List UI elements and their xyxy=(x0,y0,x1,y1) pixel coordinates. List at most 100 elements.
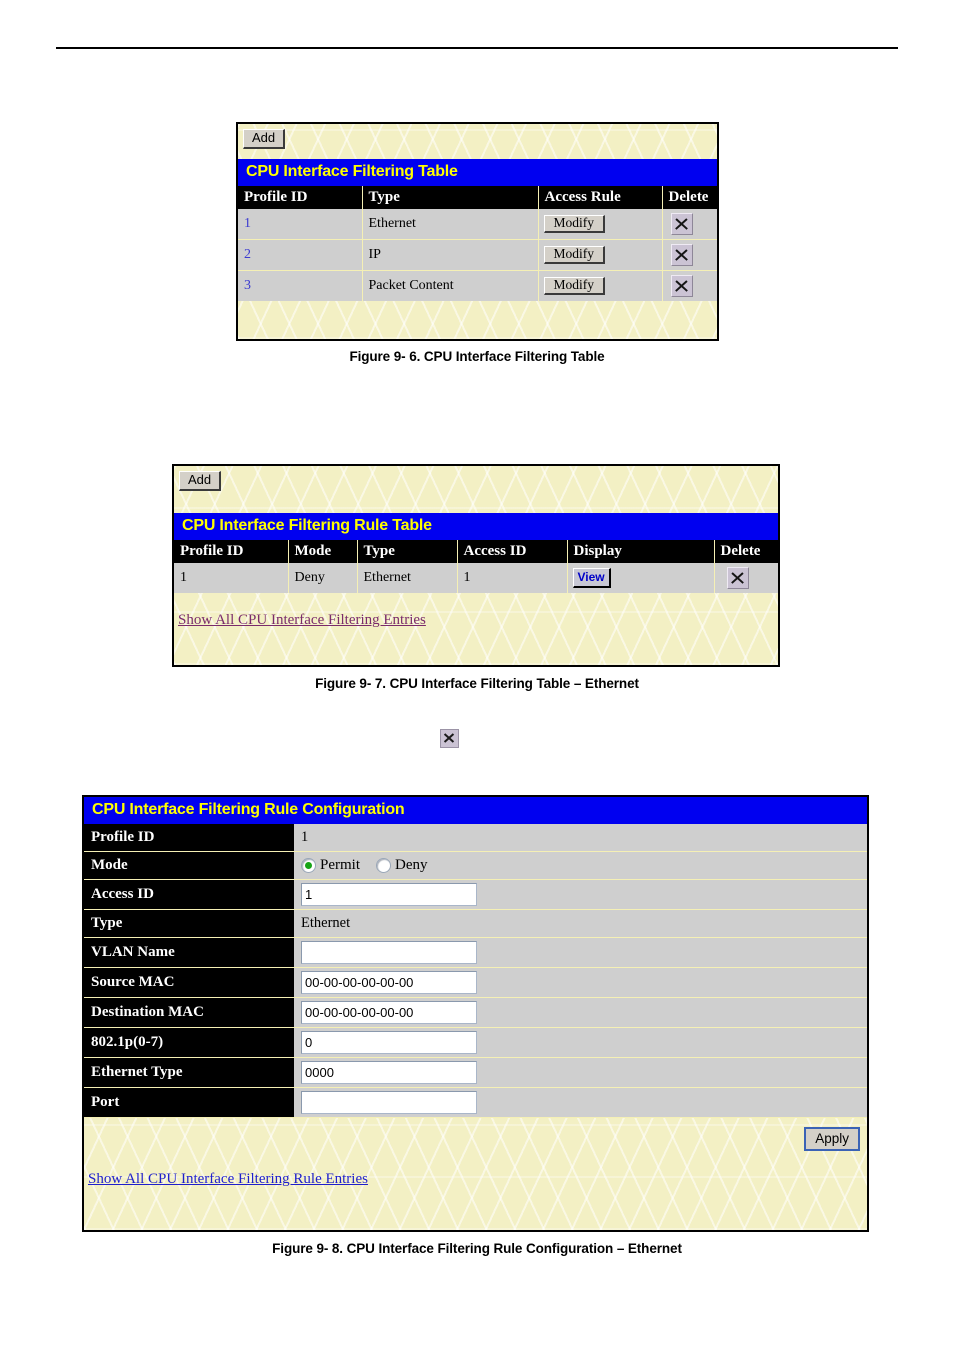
cpu-interface-filtering-rule-configuration-form: Profile ID 1 Mode Permit Deny Access ID 1… xyxy=(84,824,867,1118)
source-mac-input[interactable]: 00-00-00-00-00-00 xyxy=(301,971,477,994)
cpu-interface-filtering-table: Profile ID Type Access Rule Delete 1 Eth… xyxy=(238,186,717,301)
delete-x-icon[interactable] xyxy=(670,244,693,266)
form-row-profile-id: Profile ID 1 xyxy=(84,824,867,852)
show-all-cpu-interface-filtering-entries-link[interactable]: Show All CPU Interface Filtering Entries xyxy=(178,612,426,628)
column-header-type: Type xyxy=(362,186,539,209)
page-header-divider xyxy=(56,47,898,49)
radio-deny[interactable] xyxy=(376,858,391,874)
add-button[interactable]: Add xyxy=(179,471,222,491)
column-header-mode: Mode xyxy=(288,540,358,563)
add-button[interactable]: Add xyxy=(243,129,286,149)
field-value-profile-id: 1 xyxy=(294,824,867,852)
table-row: 2 IP Modify xyxy=(238,239,717,271)
delete-x-icon[interactable] xyxy=(670,275,693,297)
column-header-delete: Delete xyxy=(714,540,778,563)
field-value-vlan-name xyxy=(294,937,867,968)
modify-button[interactable]: Modify xyxy=(543,277,605,295)
port-input[interactable] xyxy=(301,1091,477,1114)
radio-permit[interactable] xyxy=(301,858,316,874)
field-label-mode: Mode xyxy=(84,851,294,880)
cell-display: View xyxy=(567,563,715,593)
cell-delete xyxy=(662,209,717,240)
form-row-source-mac: Source MAC 00-00-00-00-00-00 xyxy=(84,967,867,998)
cell-type: IP xyxy=(362,239,539,271)
cell-type: Packet Content xyxy=(362,270,539,301)
cell-mode: Deny xyxy=(288,563,358,593)
view-button[interactable]: View xyxy=(572,568,611,588)
destination-mac-input[interactable]: 00-00-00-00-00-00 xyxy=(301,1001,477,1024)
field-label-vlan-name: VLAN Name xyxy=(84,937,294,968)
field-value-access-id: 1 xyxy=(294,879,867,910)
delete-x-icon[interactable] xyxy=(726,567,749,589)
field-value-destination-mac: 00-00-00-00-00-00 xyxy=(294,997,867,1028)
field-label-ethernet-type: Ethernet Type xyxy=(84,1057,294,1088)
table-row: 1 Deny Ethernet 1 View xyxy=(174,563,778,593)
column-header-delete: Delete xyxy=(662,186,717,209)
figure-caption-9-7: Figure 9- 7. CPU Interface Filtering Tab… xyxy=(315,676,639,691)
field-value-source-mac: 00-00-00-00-00-00 xyxy=(294,967,867,998)
panel-title-filtering-table: CPU Interface Filtering Table xyxy=(238,159,717,186)
field-value-8021p: 0 xyxy=(294,1027,867,1058)
cell-access-id: 1 xyxy=(457,563,568,593)
field-label-destination-mac: Destination MAC xyxy=(84,997,294,1028)
cell-profile-id: 2 xyxy=(238,239,363,271)
vlan-name-input[interactable] xyxy=(301,941,477,964)
broken-image-placeholder-icon xyxy=(440,729,459,748)
panel-title-filtering-rule-table: CPU Interface Filtering Rule Table xyxy=(174,513,778,540)
cpu-interface-filtering-rule-table: Profile ID Mode Type Access ID Display D… xyxy=(174,540,778,593)
radio-label-permit: Permit xyxy=(320,857,360,874)
field-label-8021p: 802.1p(0-7) xyxy=(84,1027,294,1058)
form-row-port: Port xyxy=(84,1087,867,1118)
cpu-interface-filtering-table-panel: Add CPU Interface Filtering Table Profil… xyxy=(236,122,719,341)
cell-profile-id: 1 xyxy=(238,209,363,240)
column-header-type: Type xyxy=(357,540,458,563)
form-row-access-id: Access ID 1 xyxy=(84,879,867,910)
cpu-interface-filtering-rule-configuration-panel: CPU Interface Filtering Rule Configurati… xyxy=(82,795,869,1232)
field-label-profile-id: Profile ID xyxy=(84,824,294,852)
field-label-type: Type xyxy=(84,909,294,938)
column-header-profile-id: Profile ID xyxy=(174,540,289,563)
radio-label-deny: Deny xyxy=(395,857,428,874)
modify-button[interactable]: Modify xyxy=(543,215,605,233)
field-value-ethernet-type: 0000 xyxy=(294,1057,867,1088)
profile-id-link[interactable]: 1 xyxy=(244,216,251,231)
table-header-row: Profile ID Mode Type Access ID Display D… xyxy=(174,540,778,563)
cell-delete xyxy=(662,270,717,301)
form-row-ethernet-type: Ethernet Type 0000 xyxy=(84,1057,867,1088)
cell-type: Ethernet xyxy=(357,563,458,593)
cell-access-rule: Modify xyxy=(538,270,663,301)
cell-delete xyxy=(662,239,717,271)
field-label-source-mac: Source MAC xyxy=(84,967,294,998)
access-id-input[interactable]: 1 xyxy=(301,883,477,906)
cell-profile-id: 3 xyxy=(238,270,363,301)
profile-id-link[interactable]: 2 xyxy=(244,247,251,262)
delete-x-icon[interactable] xyxy=(670,213,693,235)
apply-button[interactable]: Apply xyxy=(804,1127,860,1151)
show-all-cpu-interface-filtering-rule-entries-link[interactable]: Show All CPU Interface Filtering Rule En… xyxy=(88,1171,368,1187)
figure-caption-9-6: Figure 9- 6. CPU Interface Filtering Tab… xyxy=(349,349,605,364)
table-header-row: Profile ID Type Access Rule Delete xyxy=(238,186,717,209)
profile-id-link[interactable]: 3 xyxy=(244,278,251,293)
cell-delete xyxy=(714,563,778,593)
modify-button[interactable]: Modify xyxy=(543,246,605,264)
ethernet-type-input[interactable]: 0000 xyxy=(301,1061,477,1084)
table-row: 3 Packet Content Modify xyxy=(238,270,717,301)
cell-type: Ethernet xyxy=(362,209,539,240)
dot1p-priority-input[interactable]: 0 xyxy=(301,1031,477,1054)
form-row-8021p: 802.1p(0-7) 0 xyxy=(84,1027,867,1058)
form-row-destination-mac: Destination MAC 00-00-00-00-00-00 xyxy=(84,997,867,1028)
form-row-type: Type Ethernet xyxy=(84,909,867,938)
form-footer: Apply xyxy=(84,1118,867,1164)
field-label-access-id: Access ID xyxy=(84,879,294,910)
field-value-type: Ethernet xyxy=(294,909,867,938)
cell-access-rule: Modify xyxy=(538,209,663,240)
form-row-vlan-name: VLAN Name xyxy=(84,937,867,968)
cpu-interface-filtering-rule-table-panel: Add CPU Interface Filtering Rule Table P… xyxy=(172,464,780,667)
column-header-access-id: Access ID xyxy=(457,540,568,563)
form-row-mode: Mode Permit Deny xyxy=(84,851,867,880)
column-header-profile-id: Profile ID xyxy=(238,186,363,209)
cell-profile-id: 1 xyxy=(174,563,289,593)
column-header-access-rule: Access Rule xyxy=(538,186,663,209)
cell-access-rule: Modify xyxy=(538,239,663,271)
